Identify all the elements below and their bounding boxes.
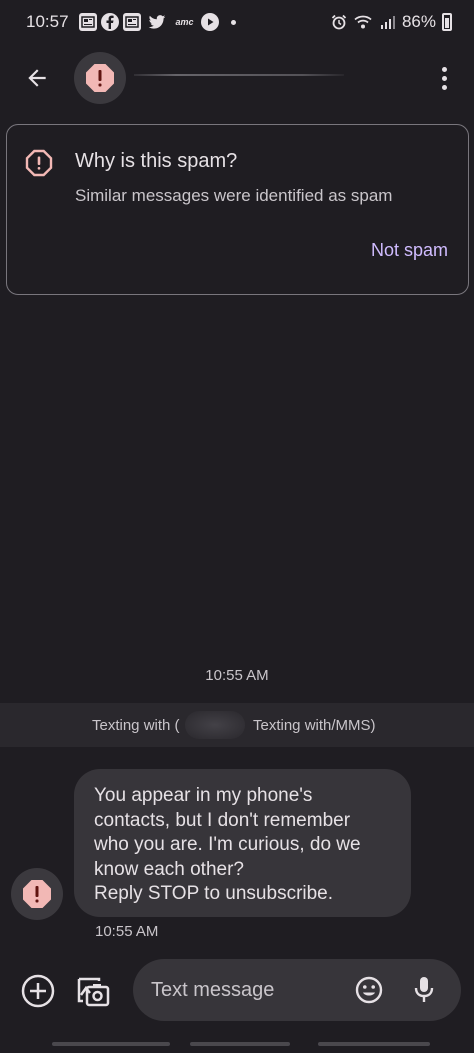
emoji-button[interactable] [355,976,383,1004]
mic-icon [414,977,434,1002]
system-icons: 86% [330,12,452,32]
spam-report-icon [25,149,53,177]
sender-avatar[interactable] [11,868,63,920]
arrow-left-icon [28,69,46,87]
nav-hint-right [318,1042,430,1046]
more-notifications-dot [230,19,236,25]
message-timestamp: 10:55 AM [95,923,159,940]
messages-screen: 10:57 amc 86% Why is this spam? Similar … [0,0,474,1053]
conversation-time: 10:55 AM [205,667,269,684]
notification-icons: amc [78,13,236,31]
redacted-number [185,711,245,739]
twitter-icon [145,13,169,31]
back-button[interactable] [15,56,59,100]
status-time: 10:57 [26,12,69,31]
signal-icon [378,13,396,31]
news-icon [78,13,97,31]
text-message-input[interactable] [151,959,341,1021]
nav-hint-left [52,1042,170,1046]
texting-with-label-mms: Texting with/MMS) [253,717,376,734]
more-vert-icon [441,66,447,72]
texting-with-label: Texting with ( [92,717,180,734]
not-spam-button[interactable]: Not spam [371,240,448,261]
status-bar: 10:57 amc 86% [0,0,474,44]
spam-info-card: Why is this spam? Similar messages were … [6,124,469,295]
add-circle-icon [21,974,55,1008]
spam-warning-icon [23,880,51,908]
message-line: know each other? [94,858,244,880]
message-line: contacts, but I don't remember [94,809,351,831]
contact-name-redacted [134,74,344,76]
spam-card-title: Why is this spam? [75,150,238,172]
news-icon [122,13,141,31]
compose-field[interactable] [133,959,461,1021]
battery-icon [442,13,452,31]
gallery-camera-button[interactable] [75,973,111,1009]
top-app-bar [0,48,474,108]
wifi-icon [354,13,372,31]
battery-percent: 86% [401,12,436,31]
amc-icon: amc [175,17,194,27]
emoji-icon [355,976,383,1004]
incoming-message-bubble[interactable]: You appear in my phone's contacts, but I… [74,769,411,917]
add-attachment-button[interactable] [20,973,56,1009]
facebook-icon [100,13,119,31]
texting-with-banner: Texting with ( Texting with/MMS) [0,703,474,747]
gallery-camera-icon [77,977,110,1007]
spam-card-subtitle: Similar messages were identified as spam [75,186,393,205]
more-options-button[interactable] [428,56,460,100]
message-line: Reply STOP to unsubscribe. [94,883,334,904]
play-icon [200,13,219,31]
nav-hint-center [190,1042,290,1046]
voice-input-button[interactable] [411,975,437,1005]
alarm-icon [330,13,348,31]
message-line: who you are. I'm curious, do we [94,834,361,855]
spam-warning-icon [84,62,116,94]
message-line: You appear in my phone's [94,785,313,806]
contact-avatar[interactable] [74,52,126,104]
